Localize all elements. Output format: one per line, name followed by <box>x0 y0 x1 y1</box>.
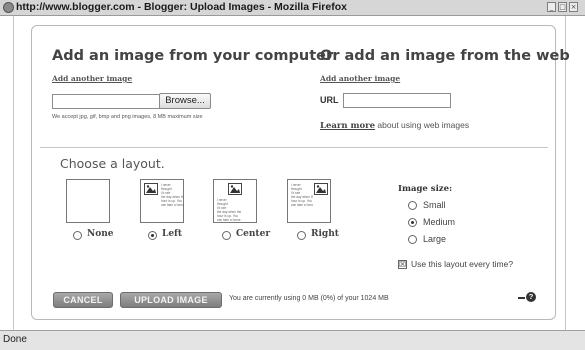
learn-more-text: about using web images <box>375 120 470 130</box>
browse-button[interactable]: Browse... <box>159 93 211 109</box>
layout-center-radio[interactable] <box>222 231 231 240</box>
size-medium-radio[interactable] <box>408 218 417 227</box>
thumbnail-text: I never thought I'd see the day when the… <box>217 198 242 222</box>
cancel-button[interactable]: CANCEL <box>53 292 113 308</box>
accepted-formats-note: We accept jpg, gif, bmp and png images, … <box>52 114 203 120</box>
upload-dialog: Add an image from your computer Add anot… <box>31 25 570 320</box>
window-left-margin <box>0 16 14 330</box>
thumbnail-text: I never thought I'd see the day when the… <box>291 183 313 207</box>
layout-none-thumbnail[interactable] <box>66 179 110 223</box>
learn-more-line: Learn more about using web images <box>320 120 469 131</box>
upload-image-button[interactable]: UPLOAD IMAGE <box>120 292 222 308</box>
window-titlebar: http://www.blogger.com - Blogger: Upload… <box>0 0 585 16</box>
section-divider <box>40 147 548 148</box>
status-text: Done <box>3 334 27 345</box>
layout-right-thumbnail[interactable]: I never thought I'd see the day when the… <box>287 179 331 223</box>
size-large-label: Large <box>423 234 447 244</box>
layout-right-radio[interactable] <box>297 231 306 240</box>
window-title: http://www.blogger.com - Blogger: Upload… <box>16 1 347 13</box>
storage-quota-text: You are currently using 0 MB (0%) of you… <box>229 295 389 302</box>
layout-left-radio[interactable] <box>148 231 157 240</box>
maximize-icon[interactable]: □ <box>558 2 567 12</box>
image-size-heading: Image size: <box>398 184 453 194</box>
size-small-label: Small <box>423 200 446 210</box>
layout-none-radio[interactable] <box>73 231 82 240</box>
layout-left-thumbnail[interactable]: I never thought I'd see the day when the… <box>140 179 184 223</box>
help-pointer <box>518 297 525 299</box>
layout-heading: Choose a layout. <box>60 156 165 171</box>
size-small-radio[interactable] <box>408 201 417 210</box>
firefox-icon <box>3 2 14 13</box>
image-placeholder-icon <box>228 183 242 195</box>
url-input[interactable] <box>343 93 451 108</box>
use-layout-label: Use this layout every time? <box>411 259 514 269</box>
image-placeholder-icon <box>144 183 158 195</box>
url-label: URL <box>320 95 339 105</box>
thumbnail-text: I never thought I'd see the day when the… <box>161 183 183 207</box>
computer-upload-heading: Add an image from your computer <box>52 48 334 64</box>
close-icon[interactable]: × <box>569 2 578 12</box>
layout-center-label: Center <box>236 229 271 239</box>
layout-right-label: Right <box>311 229 339 239</box>
add-another-image-link[interactable]: Add another image <box>52 74 132 83</box>
layout-center-thumbnail[interactable]: I never thought I'd see the day when the… <box>213 179 257 223</box>
layout-none-label: None <box>87 229 114 239</box>
add-another-web-image-link[interactable]: Add another image <box>320 74 400 83</box>
image-placeholder-icon <box>314 183 328 195</box>
learn-more-link[interactable]: Learn more <box>320 121 375 131</box>
minimize-icon[interactable]: _ <box>547 2 556 12</box>
status-bar: Done <box>0 330 585 350</box>
help-icon[interactable]: ? <box>526 292 536 302</box>
size-large-radio[interactable] <box>408 235 417 244</box>
file-path-input[interactable] <box>52 94 160 109</box>
use-layout-checkbox[interactable]: ☒ <box>398 260 407 269</box>
web-upload-heading: Or add an image from the web <box>320 48 570 64</box>
size-medium-label: Medium <box>423 217 456 227</box>
layout-left-label: Left <box>162 229 183 239</box>
